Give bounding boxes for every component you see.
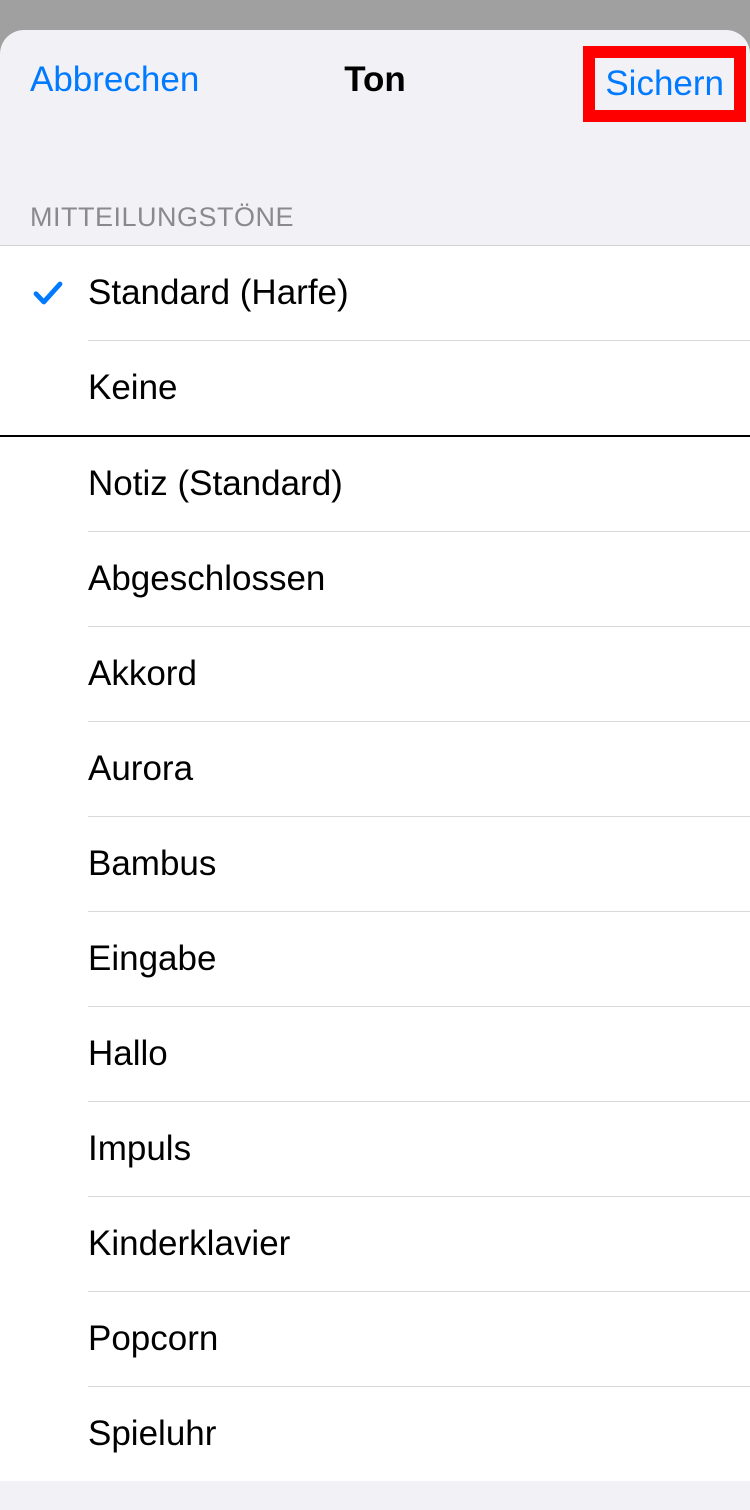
tone-row[interactable]: Bambus bbox=[0, 817, 750, 911]
tone-label: Kinderklavier bbox=[88, 1200, 750, 1288]
tone-row[interactable]: Akkord bbox=[0, 627, 750, 721]
tone-label: Keine bbox=[88, 344, 750, 432]
page-title: Ton bbox=[344, 60, 406, 100]
tone-row[interactable]: Aurora bbox=[0, 722, 750, 816]
save-highlight-box: Sichern bbox=[583, 46, 746, 122]
tone-label: Bambus bbox=[88, 820, 750, 908]
checkmark-icon bbox=[30, 275, 88, 311]
tone-row[interactable]: Spieluhr bbox=[0, 1387, 750, 1481]
tone-row[interactable]: Eingabe bbox=[0, 912, 750, 1006]
tone-row[interactable]: Abgeschlossen bbox=[0, 532, 750, 626]
save-button[interactable]: Sichern bbox=[605, 64, 724, 104]
tone-label: Eingabe bbox=[88, 915, 750, 1003]
tone-row[interactable]: Kinderklavier bbox=[0, 1197, 750, 1291]
tone-label: Hallo bbox=[88, 1010, 750, 1098]
tone-label: Abgeschlossen bbox=[88, 535, 750, 623]
tone-label: Impuls bbox=[88, 1105, 750, 1193]
tone-row[interactable]: Impuls bbox=[0, 1102, 750, 1196]
tone-row[interactable]: Notiz (Standard) bbox=[0, 437, 750, 531]
tone-row[interactable]: Hallo bbox=[0, 1007, 750, 1101]
tone-row-none[interactable]: Keine bbox=[0, 341, 750, 435]
tone-row[interactable]: Popcorn bbox=[0, 1292, 750, 1386]
tone-label: Popcorn bbox=[88, 1295, 750, 1383]
tone-label: Spieluhr bbox=[88, 1390, 750, 1478]
tone-list: Standard (Harfe) Keine Notiz (Standard) … bbox=[0, 245, 750, 1481]
tone-label: Notiz (Standard) bbox=[88, 440, 750, 528]
nav-bar: Abbrechen Ton Sichern bbox=[0, 30, 750, 130]
modal-sheet: Abbrechen Ton Sichern Mitteilungstöne St… bbox=[0, 30, 750, 1510]
tone-label: Aurora bbox=[88, 725, 750, 813]
tone-label: Akkord bbox=[88, 630, 750, 718]
tone-row-standard[interactable]: Standard (Harfe) bbox=[0, 246, 750, 340]
tone-label: Standard (Harfe) bbox=[88, 249, 750, 337]
cancel-button[interactable]: Abbrechen bbox=[30, 60, 199, 100]
section-header-notification-tones: Mitteilungstöne bbox=[0, 130, 750, 245]
